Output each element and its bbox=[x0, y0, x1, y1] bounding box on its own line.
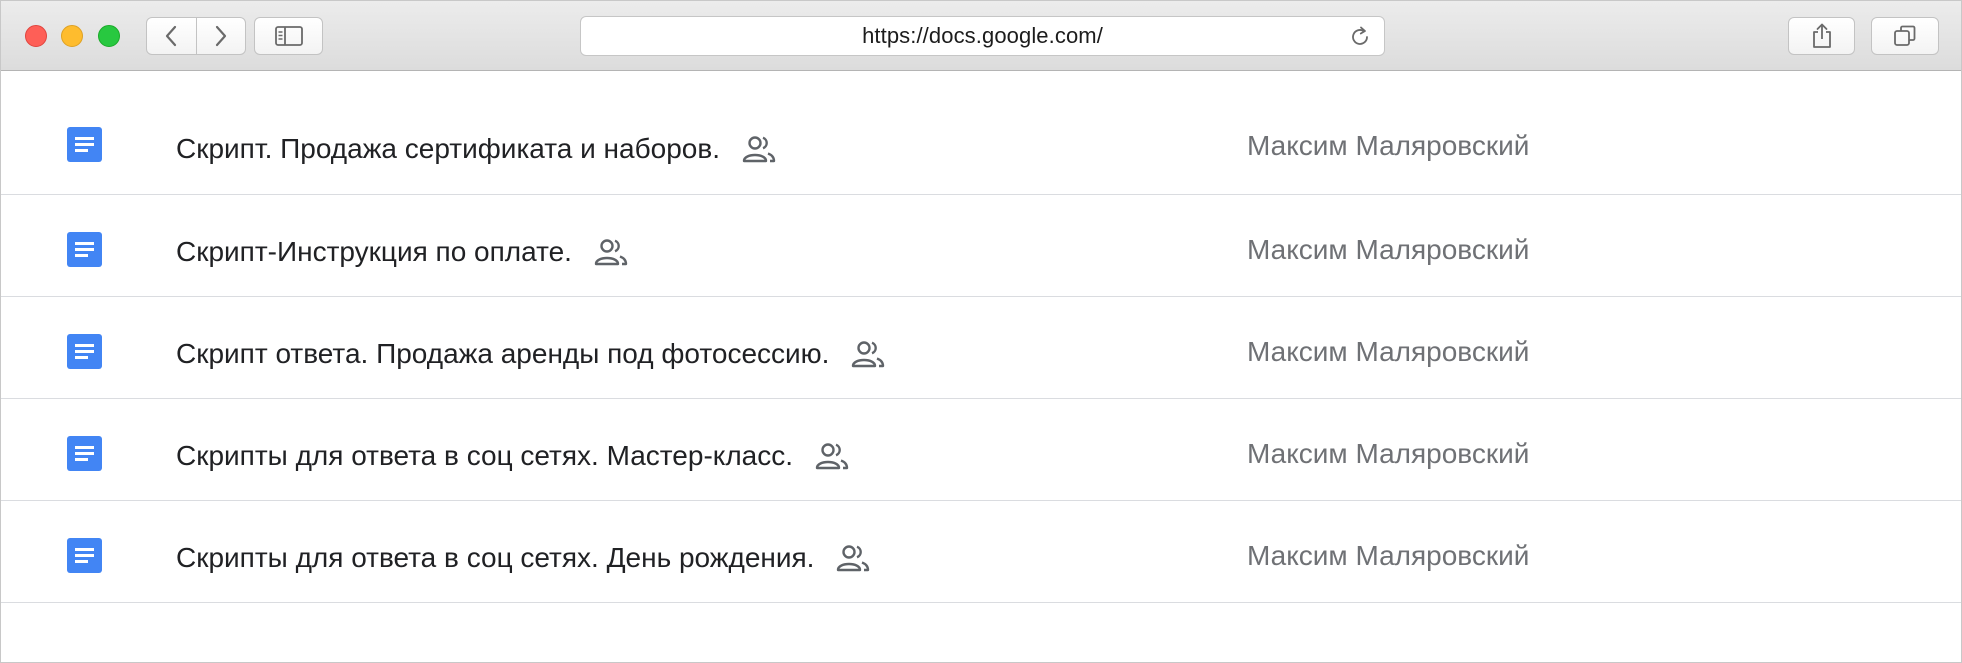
tabs-overview-button[interactable] bbox=[1871, 17, 1939, 55]
sidebar-button[interactable] bbox=[254, 17, 323, 55]
document-owner: Максим Маляровский bbox=[1247, 130, 1530, 161]
google-doc-icon bbox=[67, 127, 102, 162]
google-doc-icon bbox=[67, 334, 102, 369]
reload-icon[interactable] bbox=[1348, 25, 1372, 49]
google-doc-icon bbox=[67, 232, 102, 267]
shared-people-icon bbox=[852, 341, 885, 368]
document-owner: Максим Маляровский bbox=[1247, 438, 1530, 469]
share-button[interactable] bbox=[1788, 17, 1855, 55]
document-owner: Максим Маляровский bbox=[1247, 540, 1530, 571]
documents-list: Скрипт. Продажа сертификата и наборов. М… bbox=[1, 71, 1961, 603]
document-title[interactable]: Скрипты для ответа в соц сетях. День рож… bbox=[176, 542, 814, 574]
browser-window: https://docs.google.com/ Скрипт. Продажа… bbox=[0, 0, 1962, 663]
share-icon bbox=[1812, 23, 1831, 48]
address-bar[interactable]: https://docs.google.com/ bbox=[580, 16, 1385, 56]
shared-people-icon bbox=[594, 239, 628, 266]
back-button[interactable] bbox=[147, 18, 196, 54]
zoom-window-button[interactable] bbox=[98, 25, 120, 47]
document-title[interactable]: Скрипт. Продажа сертификата и наборов. bbox=[176, 133, 720, 165]
document-title[interactable]: Скрипт ответа. Продажа аренды под фотосе… bbox=[176, 338, 829, 370]
document-row[interactable]: Скрипт ответа. Продажа аренды под фотосе… bbox=[1, 297, 1961, 399]
minimize-window-button[interactable] bbox=[61, 25, 83, 47]
forward-button[interactable] bbox=[195, 18, 246, 54]
document-row[interactable]: Скрипт. Продажа сертификата и наборов. М… bbox=[1, 71, 1961, 195]
sidebar-icon bbox=[274, 26, 303, 46]
shared-people-icon bbox=[837, 545, 870, 572]
url-text: https://docs.google.com/ bbox=[862, 23, 1103, 48]
tabs-icon bbox=[1894, 25, 1916, 46]
navigation-buttons bbox=[146, 17, 246, 55]
shared-people-icon bbox=[815, 443, 849, 470]
back-icon bbox=[166, 25, 177, 47]
document-title[interactable]: Скрипт-Инструкция по оплате. bbox=[176, 236, 572, 268]
close-window-button[interactable] bbox=[25, 25, 47, 47]
document-row[interactable]: Скрипты для ответа в соц сетях. Мастер-к… bbox=[1, 399, 1961, 501]
document-owner: Максим Маляровский bbox=[1247, 234, 1530, 265]
document-owner: Максим Маляровский bbox=[1247, 336, 1530, 367]
document-row[interactable]: Скрипты для ответа в соц сетях. День рож… bbox=[1, 501, 1961, 603]
forward-icon bbox=[215, 25, 226, 47]
shared-people-icon bbox=[742, 136, 776, 163]
document-row[interactable]: Скрипт-Инструкция по оплате. Максим Маля… bbox=[1, 195, 1961, 297]
google-doc-icon bbox=[67, 538, 102, 573]
google-doc-icon bbox=[67, 436, 102, 471]
document-title[interactable]: Скрипты для ответа в соц сетях. Мастер-к… bbox=[176, 440, 793, 472]
browser-toolbar: https://docs.google.com/ bbox=[1, 1, 1961, 71]
